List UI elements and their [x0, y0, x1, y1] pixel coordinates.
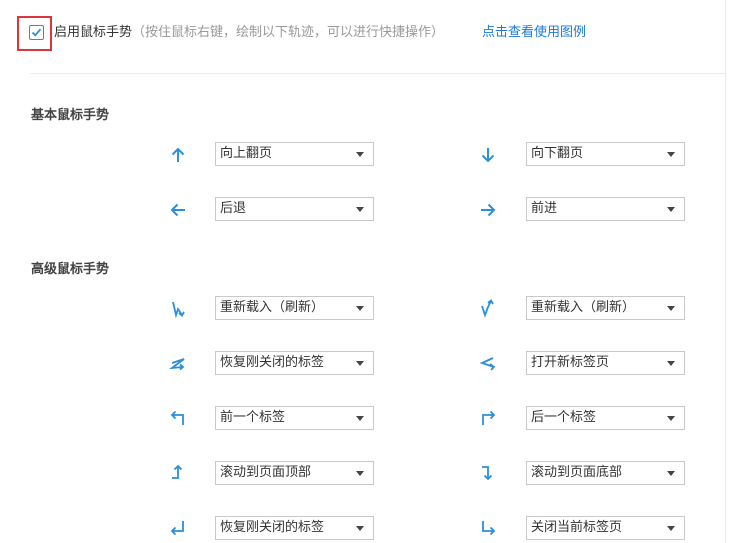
chevron-down-icon: [356, 526, 364, 531]
gesture-right-value: 前进: [531, 201, 558, 216]
chevron-down-icon: [356, 207, 364, 212]
arrow-up-icon: [171, 147, 185, 162]
chevron-down-icon: [667, 152, 675, 157]
basic-gestures-title: 基本鼠标手势: [31, 108, 110, 123]
enable-gestures-text: 启用鼠标手势: [54, 25, 133, 40]
enable-gestures-checkbox[interactable]: [29, 25, 44, 40]
enable-gestures-hint: （按住鼠标右键，绘制以下轨迹，可以进行快捷操作）: [132, 25, 445, 40]
up-left-gesture-icon: [170, 410, 184, 425]
down-left-gesture-icon: [170, 521, 184, 536]
chevron-down-icon: [667, 306, 675, 311]
chevron-down-icon: [667, 361, 675, 366]
chevron-down-icon: [667, 416, 675, 421]
gesture-right-down-value: 滚动到页面底部: [531, 465, 623, 480]
chevron-down-icon: [356, 361, 364, 366]
gesture-down-right-value: 关闭当前标签页: [531, 520, 623, 535]
gesture-down-left-select[interactable]: 恢复刚关闭的标签: [215, 516, 374, 540]
chevron-down-icon: [667, 207, 675, 212]
gesture-up-select[interactable]: 向上翻页: [215, 142, 374, 166]
gesture-up-right-value: 后一个标签: [531, 410, 597, 425]
advanced-gestures-title: 高级鼠标手势: [31, 262, 110, 277]
chevron-down-icon: [356, 306, 364, 311]
right-up-gesture-icon: [172, 464, 183, 479]
check-icon: [31, 28, 42, 37]
left-right-gesture-icon: [479, 357, 496, 371]
gesture-right-select[interactable]: 前进: [526, 197, 685, 221]
gesture-down-value: 向下翻页: [531, 146, 584, 161]
right-left-gesture-icon: [168, 358, 185, 371]
arrow-down-icon: [481, 148, 495, 163]
down-right-gesture-icon: [482, 521, 496, 536]
up-down-gesture-icon: [481, 299, 494, 318]
gesture-up-value: 向上翻页: [220, 146, 273, 161]
chevron-down-icon: [667, 526, 675, 531]
right-down-gesture-icon: [482, 466, 493, 481]
gesture-up-down-select[interactable]: 重新载入（刷新）: [526, 296, 685, 320]
gesture-down-left-value: 恢复刚关闭的标签: [220, 520, 325, 535]
gesture-down-right-select[interactable]: 关闭当前标签页: [526, 516, 685, 540]
chevron-down-icon: [356, 152, 364, 157]
divider: [30, 73, 725, 74]
arrow-left-icon: [170, 203, 185, 217]
gesture-up-left-select[interactable]: 前一个标签: [215, 406, 374, 430]
gesture-left-select[interactable]: 后退: [215, 197, 374, 221]
gesture-up-down-value: 重新载入（刷新）: [531, 300, 636, 315]
gesture-right-left-value: 恢复刚关闭的标签: [220, 355, 325, 370]
chevron-down-icon: [667, 471, 675, 476]
gesture-left-right-value: 打开新标签页: [531, 355, 610, 370]
panel-border: [725, 0, 726, 543]
enable-row: 启用鼠标手势（按住鼠标右键，绘制以下轨迹，可以进行快捷操作） 点击查看使用图例: [0, 0, 734, 70]
gesture-left-value: 后退: [220, 201, 247, 216]
view-legend-link[interactable]: 点击查看使用图例: [482, 24, 586, 42]
gesture-down-up-value: 重新载入（刷新）: [220, 300, 325, 315]
gesture-right-up-value: 滚动到页面顶部: [220, 465, 312, 480]
chevron-down-icon: [356, 471, 364, 476]
gesture-up-right-select[interactable]: 后一个标签: [526, 406, 685, 430]
gesture-right-left-select[interactable]: 恢复刚关闭的标签: [215, 351, 374, 375]
chevron-down-icon: [356, 416, 364, 421]
gesture-left-right-select[interactable]: 打开新标签页: [526, 351, 685, 375]
gesture-right-down-select[interactable]: 滚动到页面底部: [526, 461, 685, 485]
gesture-right-up-select[interactable]: 滚动到页面顶部: [215, 461, 374, 485]
enable-gestures-label[interactable]: 启用鼠标手势（按住鼠标右键，绘制以下轨迹，可以进行快捷操作）: [54, 24, 444, 42]
gesture-up-left-value: 前一个标签: [220, 410, 286, 425]
gesture-down-up-select[interactable]: 重新载入（刷新）: [215, 296, 374, 320]
up-right-gesture-icon: [482, 410, 496, 425]
gesture-down-select[interactable]: 向下翻页: [526, 142, 685, 166]
down-up-gesture-icon: [172, 301, 185, 318]
arrow-right-icon: [481, 203, 496, 217]
